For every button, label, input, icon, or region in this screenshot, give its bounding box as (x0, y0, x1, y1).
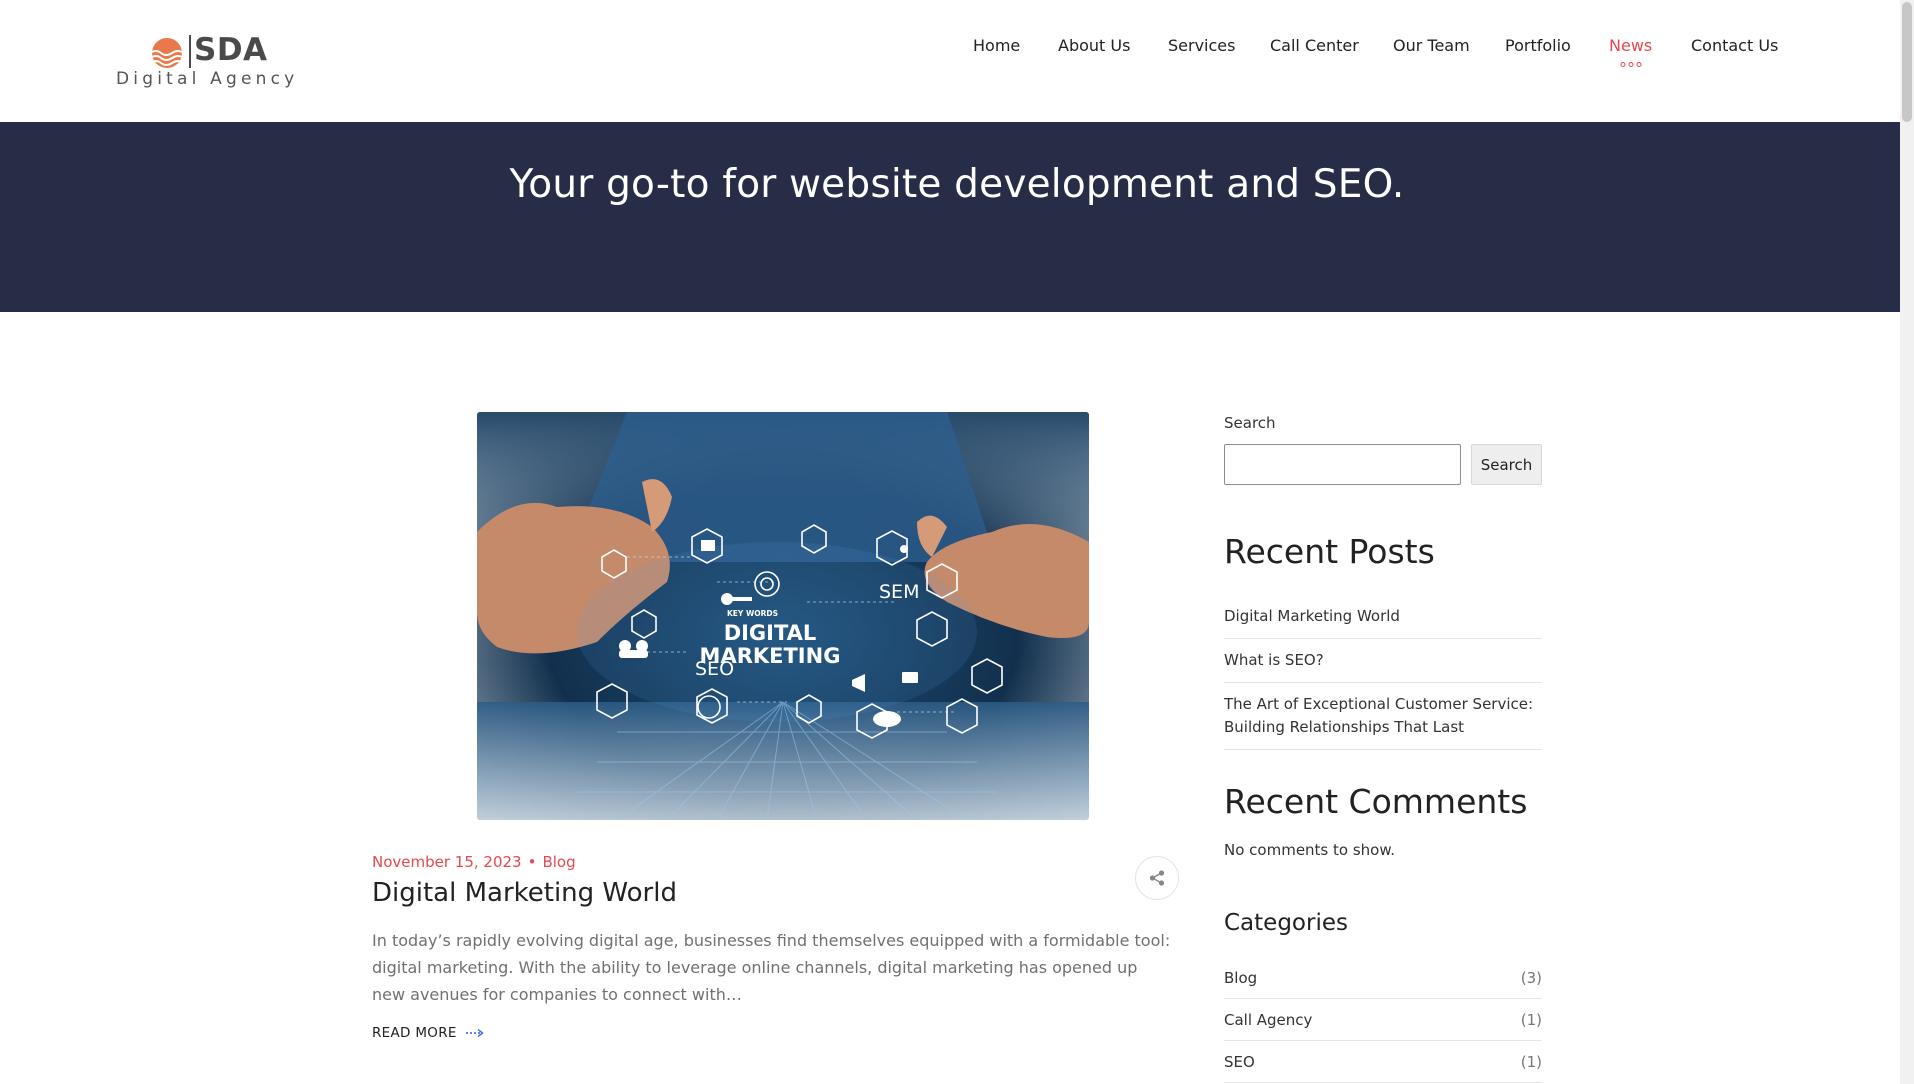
category-count: (1) (1520, 1010, 1542, 1029)
image-headline-line1: DIGITAL (724, 621, 817, 645)
category-item[interactable]: Blog (3) (1224, 957, 1542, 999)
main-nav: Home About Us Services Call Center Our T… (0, 36, 1914, 76)
post-featured-image[interactable]: KEY WORDS SEM SEO DIGITAL MARKETING (477, 412, 1089, 820)
recent-post-item[interactable]: What is SEO? (1224, 639, 1542, 683)
read-more-label: READ MORE (372, 1025, 457, 1041)
page-hero: Your go-to for website development and S… (0, 122, 1914, 312)
nav-our-team[interactable]: Our Team (1393, 36, 1470, 55)
search-label: Search (1224, 414, 1276, 432)
read-more-link[interactable]: READ MORE (372, 1025, 485, 1041)
nav-news[interactable]: News (1609, 36, 1653, 67)
recent-posts-list: Digital Marketing World What is SEO? The… (1224, 595, 1542, 750)
category-name: SEO (1224, 1052, 1255, 1071)
nav-news-label: News (1609, 36, 1653, 55)
image-keywords-label: KEY WORDS (727, 609, 778, 618)
nav-portfolio[interactable]: Portfolio (1505, 36, 1571, 55)
categories-title: Categories (1224, 910, 1348, 936)
image-sem-label: SEM (879, 581, 919, 603)
share-icon (1149, 870, 1165, 886)
post-meta: November 15, 2023 • Blog (372, 853, 576, 871)
post-title[interactable]: Digital Marketing World (372, 878, 677, 908)
recent-comments-title: Recent Comments (1224, 782, 1528, 821)
post-date[interactable]: November 15, 2023 (372, 853, 522, 871)
digital-marketing-illustration: KEY WORDS SEM SEO DIGITAL MARKETING (477, 412, 1089, 820)
recent-post-item[interactable]: Digital Marketing World (1224, 595, 1542, 639)
share-button[interactable] (1135, 856, 1179, 900)
nav-home[interactable]: Home (973, 36, 1020, 55)
post-excerpt: In today’s rapidly evolving digital age,… (372, 931, 1171, 1004)
category-count: (1) (1520, 1052, 1542, 1071)
recent-posts-title: Recent Posts (1224, 532, 1435, 571)
scrollbar-thumb[interactable] (1902, 2, 1912, 122)
nav-about-us[interactable]: About Us (1058, 36, 1130, 55)
category-name: Blog (1224, 968, 1258, 987)
site-header: SDA Digital Agency Home About Us Service… (0, 0, 1914, 122)
image-headline-line2: MARKETING (700, 644, 841, 668)
search-input[interactable] (1224, 444, 1461, 485)
category-count: (3) (1520, 968, 1542, 987)
category-name: Call Agency (1224, 1010, 1313, 1029)
hero-title: Your go-to for website development and S… (509, 162, 1405, 207)
categories-list: Blog (3) Call Agency (1) SEO (1) (1224, 957, 1542, 1083)
category-item[interactable]: SEO (1) (1224, 1041, 1542, 1083)
nav-services[interactable]: Services (1168, 36, 1235, 55)
category-item[interactable]: Call Agency (1) (1224, 999, 1542, 1041)
arrow-right-icon (465, 1028, 484, 1038)
post-category[interactable]: Blog (542, 853, 575, 871)
recent-post-item[interactable]: The Art of Exceptional Customer Service:… (1224, 683, 1542, 750)
meta-separator-dot: • (527, 853, 537, 871)
search-button[interactable]: Search (1471, 444, 1542, 485)
nav-contact-us[interactable]: Contact Us (1691, 36, 1778, 55)
nav-call-center[interactable]: Call Center (1270, 36, 1359, 55)
active-indicator-dots (1620, 62, 1642, 67)
page-scrollbar[interactable] (1900, 0, 1914, 1084)
no-comments-text: No comments to show. (1224, 841, 1395, 859)
